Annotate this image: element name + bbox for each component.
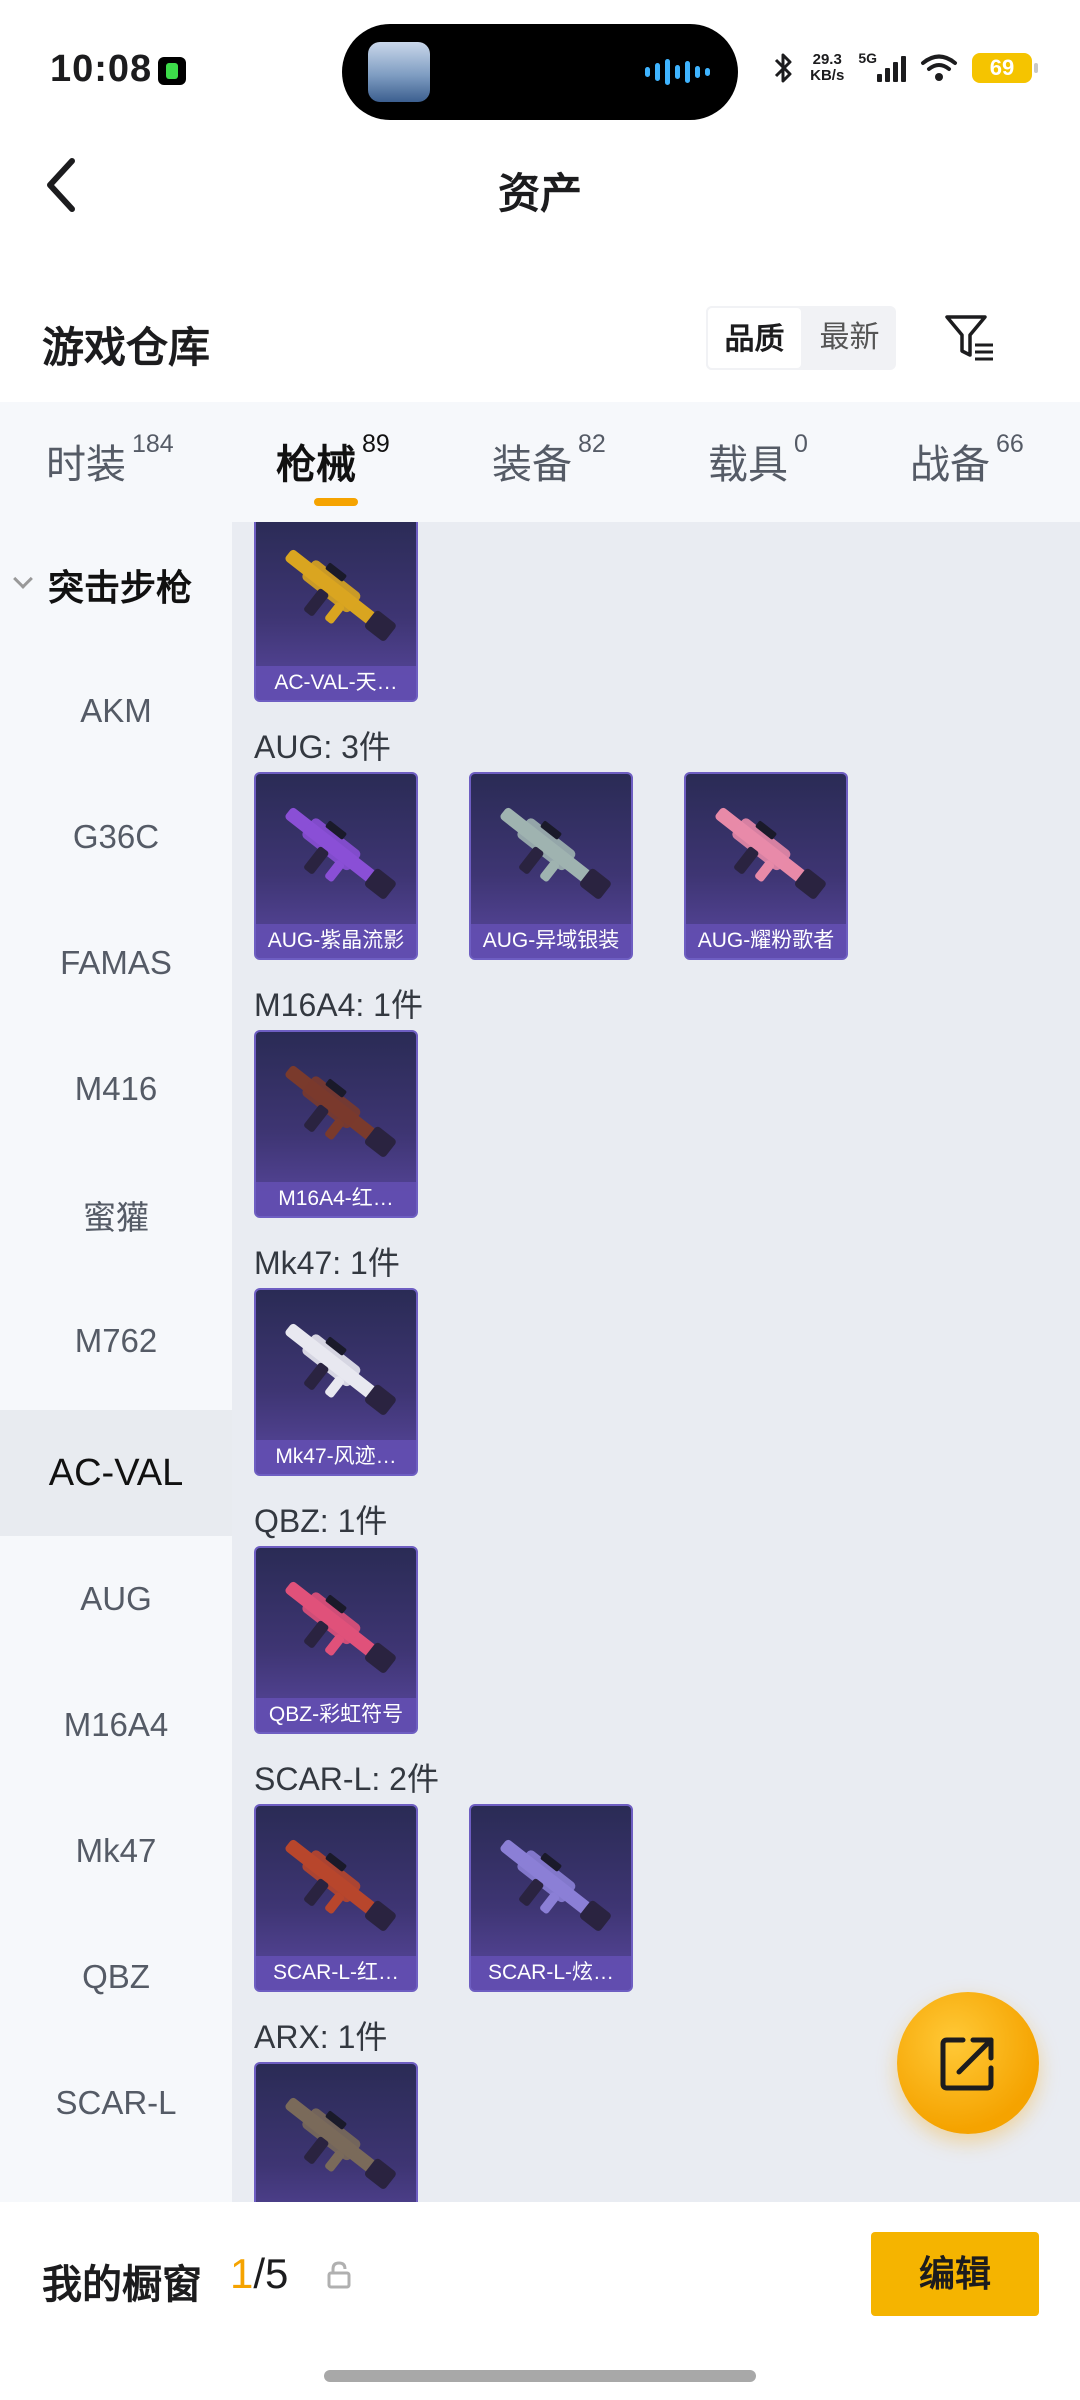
tab-equipment[interactable]: 装备 82: [492, 430, 606, 490]
weapon-skin-icon: [285, 807, 396, 899]
showcase-title: 我的橱窗: [42, 2263, 202, 2307]
status-time: 10:08: [50, 48, 153, 90]
weapon-group-label: ARX: 1件: [254, 2019, 388, 2055]
weapon-skin-name: SCAR-L-红…: [256, 1956, 416, 1990]
filter-icon: [945, 315, 993, 361]
weapon-skin-card[interactable]: QBZ-彩虹符号: [254, 1546, 418, 1734]
weapon-skin-card[interactable]: SCAR-L-红…: [254, 1804, 418, 1992]
sidebar-item-g36c[interactable]: G36C: [0, 774, 232, 900]
sidebar-item-qbz[interactable]: QBZ: [0, 1914, 232, 2040]
weapon-group-label: QBZ: 1件: [254, 1503, 388, 1539]
active-tab-indicator: [314, 498, 358, 506]
warehouse-title: 游戏仓库: [42, 324, 211, 371]
sidebar-item-m16a4[interactable]: M16A4: [0, 1662, 232, 1788]
sidebar-item-scar-l[interactable]: SCAR-L: [0, 2040, 232, 2166]
wifi-icon: [921, 54, 957, 81]
weapon-skin-name: QBZ-彩虹符号: [256, 1698, 416, 1732]
audio-wave-icon: [645, 58, 710, 86]
weapon-skin-icon: [285, 1323, 396, 1415]
sort-toggle: 品质 最新: [706, 306, 896, 370]
category-tabs: 时装 184 枪械 89 装备 82 载具 0 战备 66: [0, 402, 1080, 522]
sidebar-item-aug[interactable]: AUG: [0, 1536, 232, 1662]
chevron-down-icon: [13, 569, 33, 589]
edit-showcase-button[interactable]: 编辑: [871, 2232, 1039, 2316]
battery-indicator: 69: [972, 53, 1038, 83]
status-indicators: 29.3 KB/s 5G 69: [772, 50, 1038, 86]
tab-firearms[interactable]: 枪械 89: [276, 430, 390, 490]
share-external-icon: [940, 2037, 994, 2091]
weapon-skin-icon: [285, 1065, 396, 1157]
weapon-skin-card[interactable]: M16A4-红…: [254, 1030, 418, 1218]
weapon-skin-icon: [500, 1839, 611, 1931]
weapon-group-label: AUG: 3件: [254, 729, 391, 765]
weapon-skin-card[interactable]: AC-VAL-天…: [254, 522, 418, 702]
weapon-skin-icon: [285, 2097, 396, 2189]
sidebar-item-m416[interactable]: M416: [0, 1026, 232, 1152]
sidebar-item-mk47[interactable]: Mk47: [0, 1788, 232, 1914]
tab-fashion[interactable]: 时装 184: [46, 430, 174, 490]
share-fab[interactable]: [897, 1992, 1039, 2134]
weapon-skin-icon: [285, 1581, 396, 1673]
weapon-skin-card[interactable]: Mk47-风迹…: [254, 1288, 418, 1476]
sidebar-item-famas[interactable]: FAMAS: [0, 900, 232, 1026]
network-speed: 29.3 KB/s: [810, 51, 845, 84]
page-title: 资产: [497, 170, 582, 217]
weapon-skin-name: AUG-紫晶流影: [256, 924, 416, 958]
filter-button[interactable]: [940, 306, 1000, 370]
showcase-count: 1/5: [230, 2250, 289, 2297]
weapon-skin-icon: [715, 807, 826, 899]
weapon-skin-name: AUG-耀粉歌者: [686, 924, 846, 958]
group-assault-rifles[interactable]: 突击步枪: [0, 522, 232, 648]
sidebar-item-honey-badger[interactable]: 蜜獾: [0, 1152, 232, 1278]
weapon-skin-name: SCAR-L-炫…: [471, 1956, 631, 1990]
app-notification-icon: [158, 57, 186, 85]
weapon-skin-name: Mk47-风迹…: [256, 1440, 416, 1474]
weapon-skin-grid[interactable]: AC-VAL-天… AUG: 3件 AUG-紫晶流影 AUG-异域银装 AUG-耀粉歌者…: [232, 522, 1080, 2202]
signal-icon: [877, 54, 906, 82]
weapon-skin-name: M16A4-红…: [256, 1182, 416, 1216]
sort-by-quality[interactable]: 品质: [706, 306, 803, 370]
status-bar: 10:08 29.3 KB/s 5G 69: [0, 0, 1080, 130]
tab-vehicles[interactable]: 载具 0: [708, 430, 808, 490]
weapon-skin-card[interactable]: AUG-异域银装: [469, 772, 633, 960]
weapon-group-label: M16A4: 1件: [254, 987, 423, 1023]
weapon-skin-card[interactable]: AUG-耀粉歌者: [684, 772, 848, 960]
network-type: 5G: [858, 50, 877, 66]
tab-supplies[interactable]: 战备 66: [910, 430, 1024, 490]
lock-icon: [327, 2261, 351, 2289]
weapon-group-label: Mk47: 1件: [254, 1245, 400, 1281]
weapon-skin-card[interactable]: SCAR-L-炫…: [469, 1804, 633, 1992]
dynamic-island[interactable]: [342, 24, 738, 120]
weapon-skin-name: AC-VAL-天…: [256, 666, 416, 700]
weapon-subcategory-list: 突击步枪 AKM G36C FAMAS M416 蜜獾 M762 AC-VAL …: [0, 522, 232, 2202]
weapon-group-label: SCAR-L: 2件: [254, 1761, 439, 1797]
sidebar-item-akm[interactable]: AKM: [0, 648, 232, 774]
home-indicator[interactable]: [324, 2370, 756, 2382]
weapon-skin-card[interactable]: [254, 2062, 418, 2202]
weapon-skin-card[interactable]: AUG-紫晶流影: [254, 772, 418, 960]
weapon-skin-icon: [285, 1839, 396, 1931]
sidebar-item-m762[interactable]: M762: [0, 1278, 232, 1404]
weapon-skin-icon: [285, 549, 396, 641]
sidebar-item-ac-val[interactable]: AC-VAL: [0, 1410, 232, 1536]
media-thumbnail: [368, 42, 430, 102]
bottom-bar: 我的橱窗 1/5 编辑: [0, 2202, 1080, 2400]
weapon-skin-icon: [500, 807, 611, 899]
weapon-skin-name: AUG-异域银装: [471, 924, 631, 958]
sort-by-newest[interactable]: 最新: [803, 306, 896, 370]
bluetooth-icon: [775, 53, 792, 83]
